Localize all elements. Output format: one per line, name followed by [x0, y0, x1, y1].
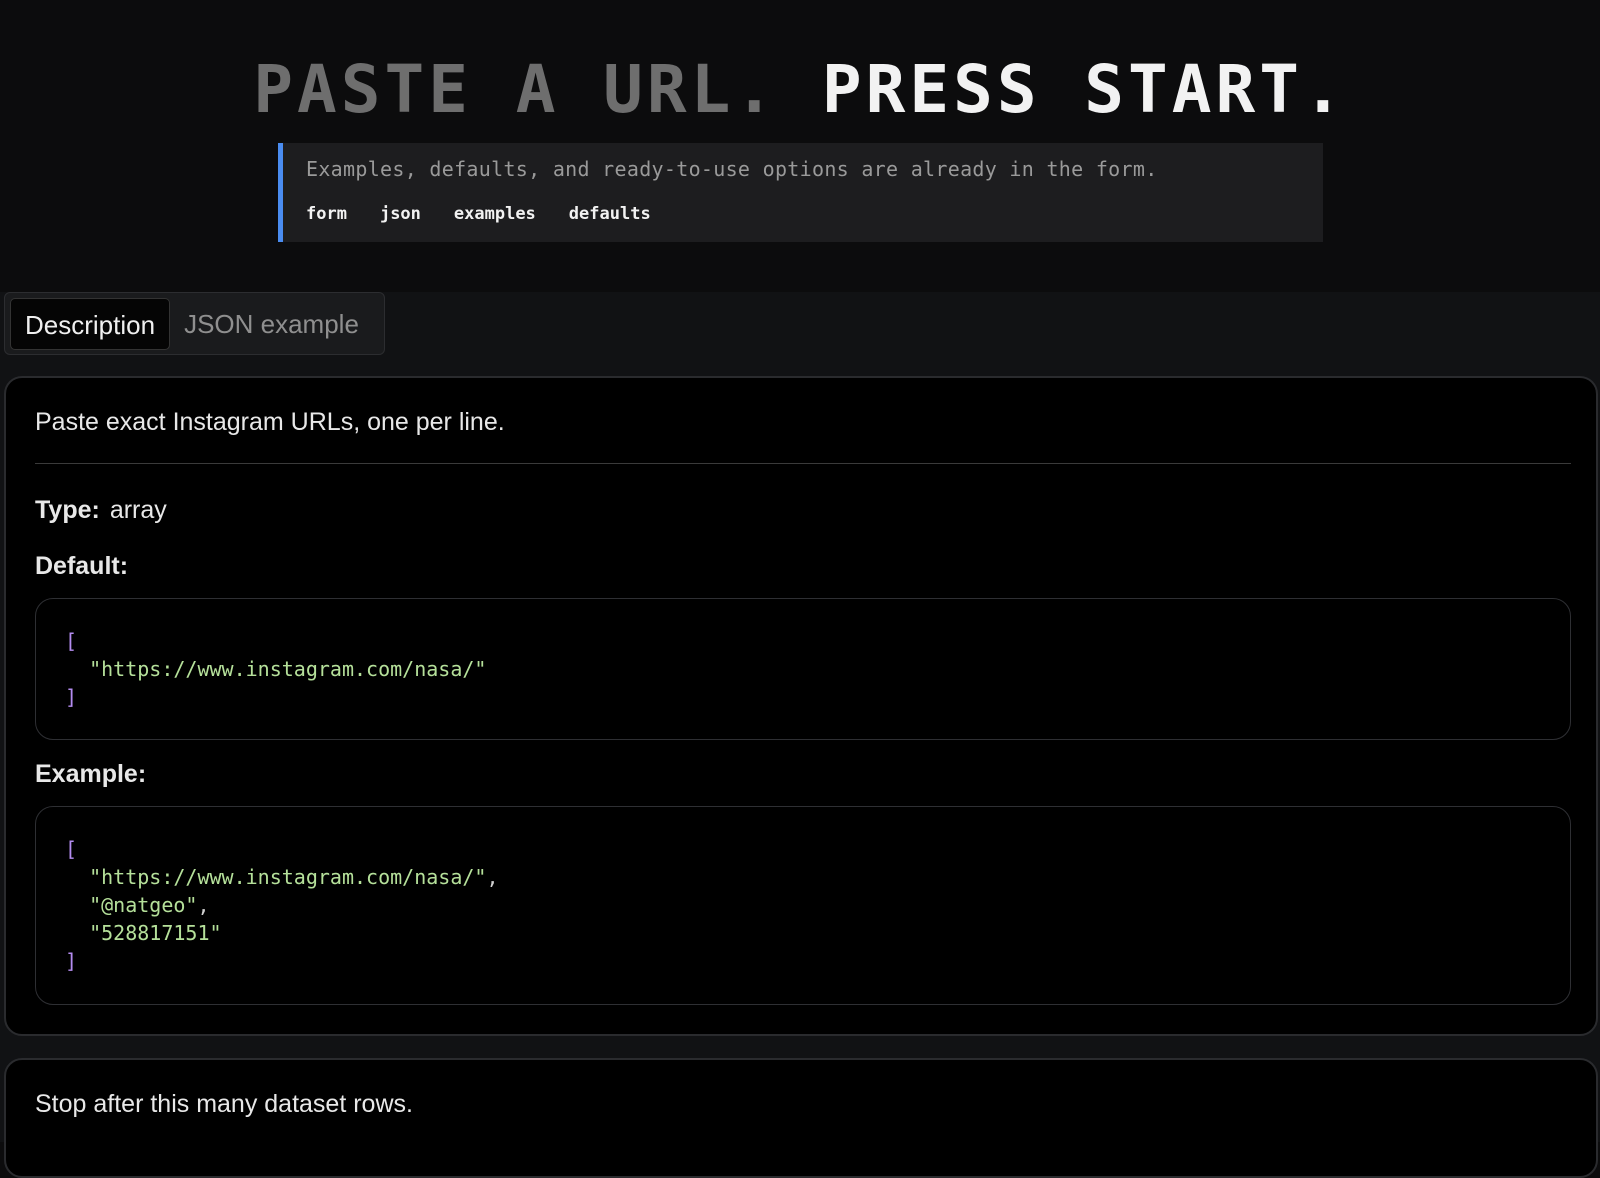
- example-open-bracket: [: [65, 837, 78, 861]
- default-code: [ "https://www.instagram.com/nasa/" ]: [65, 627, 486, 711]
- default-row: Default:: [35, 552, 128, 581]
- content-area: Paste exact Instagram URLs, one per line…: [0, 376, 1600, 1178]
- next-field-card: Stop after this many dataset rows.: [4, 1058, 1598, 1178]
- field-description: Paste exact Instagram URLs, one per line…: [35, 408, 505, 436]
- default-code-block: [ "https://www.instagram.com/nasa/" ]: [35, 598, 1571, 740]
- example-row: Example:: [35, 760, 146, 789]
- callout-tags: form json examples defaults: [306, 204, 651, 224]
- example-item: "https://www.instagram.com/nasa/": [89, 865, 487, 889]
- tag-form: form: [306, 204, 347, 224]
- example-separator: ,: [197, 893, 210, 917]
- tag-defaults: defaults: [568, 204, 651, 224]
- tab-json-example[interactable]: JSON example: [170, 298, 373, 350]
- hero-section: PASTE A URL. PRESS START. Examples, defa…: [0, 0, 1600, 292]
- default-open-bracket: [: [65, 629, 78, 653]
- info-callout: Examples, defaults, and ready-to-use opt…: [278, 143, 1323, 242]
- hero-title-dim: PASTE A URL.: [253, 51, 779, 128]
- tab-list: Description JSON example: [4, 292, 385, 355]
- type-value: array: [109, 496, 167, 524]
- example-close-bracket: ]: [65, 949, 78, 973]
- callout-text: Examples, defaults, and ready-to-use opt…: [306, 157, 1158, 181]
- tag-json: json: [379, 204, 421, 224]
- field-card: Paste exact Instagram URLs, one per line…: [4, 376, 1598, 1036]
- divider: [35, 463, 1571, 464]
- hero-title: PASTE A URL. PRESS START.: [0, 50, 1600, 130]
- tag-examples: examples: [453, 204, 536, 224]
- example-code: [ "https://www.instagram.com/nasa/", "@n…: [65, 835, 499, 975]
- default-label: Default:: [35, 552, 129, 580]
- type-row: Type: array: [35, 496, 167, 525]
- hero-title-bright: PRESS START.: [821, 51, 1347, 128]
- tabs-bar: Description JSON example: [0, 292, 1600, 376]
- example-separator: ,: [486, 865, 499, 889]
- default-close-bracket: ]: [65, 685, 78, 709]
- next-field-description: Stop after this many dataset rows.: [35, 1090, 413, 1118]
- example-item: "@natgeo": [89, 893, 198, 917]
- type-label: Type:: [35, 496, 100, 524]
- example-label: Example:: [35, 760, 147, 788]
- default-item: "https://www.instagram.com/nasa/": [89, 657, 487, 681]
- example-item: "528817151": [89, 921, 222, 945]
- tab-description[interactable]: Description: [10, 297, 171, 350]
- example-code-block: [ "https://www.instagram.com/nasa/", "@n…: [35, 806, 1571, 1005]
